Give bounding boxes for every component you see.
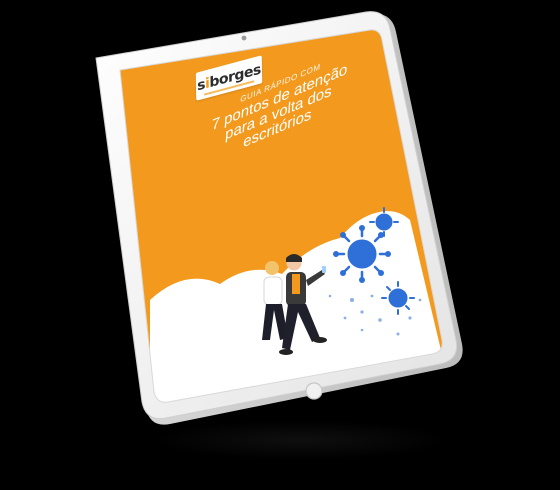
tablet-device xyxy=(95,11,463,425)
virus-icon xyxy=(333,225,391,283)
camera-icon xyxy=(241,35,247,41)
home-button-icon[interactable] xyxy=(305,382,323,400)
stage: siborges GUIA RÁPIDO COM 7 pontos de ate… xyxy=(0,0,560,490)
